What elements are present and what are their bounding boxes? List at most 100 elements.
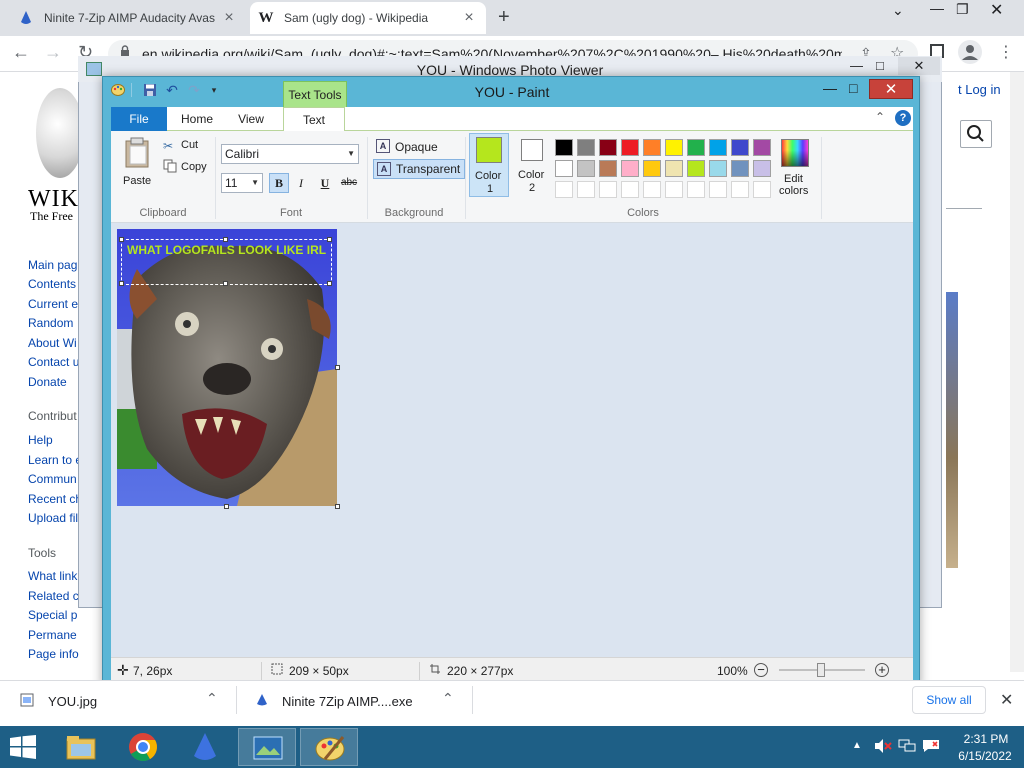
paint-maximize-icon[interactable]: □	[849, 80, 857, 96]
selection-handle[interactable]	[223, 281, 228, 286]
show-all-downloads-button[interactable]: Show all	[912, 686, 986, 714]
selection-handle[interactable]	[119, 281, 124, 286]
strikethrough-button[interactable]: abc	[339, 173, 359, 193]
custom-color-slot[interactable]	[577, 181, 595, 198]
color1-selector[interactable]: Color 1	[469, 133, 509, 197]
opaque-option[interactable]: A Opaque	[373, 137, 442, 157]
canvas-area[interactable]: WHAT LOGOFAILS LOOK LIKE IRL	[111, 223, 913, 657]
font-family-select[interactable]: Calibri ▼	[221, 144, 359, 164]
tab-home[interactable]: Home	[171, 107, 223, 131]
palette-swatch[interactable]	[731, 139, 749, 156]
sidebar-link-upload[interactable]: Upload fil	[28, 511, 78, 525]
tray-overflow-chevron-icon[interactable]: ▲	[852, 740, 862, 751]
profile-avatar[interactable]	[958, 40, 982, 64]
chevron-down-icon[interactable]: ⌄	[892, 2, 904, 19]
sidebar-link-main-page[interactable]: Main pag	[28, 258, 77, 272]
sidebar-link-contact[interactable]: Contact u	[28, 355, 79, 369]
copy-button[interactable]: Copy	[181, 161, 207, 173]
paste-label[interactable]: Paste	[123, 175, 151, 187]
taskbar-date[interactable]: 6/15/2022	[952, 749, 1018, 763]
paint-minimize-icon[interactable]: —	[823, 80, 837, 96]
action-center-icon[interactable]	[922, 739, 940, 756]
canvas-resize-handle[interactable]	[335, 504, 340, 509]
palette-swatch[interactable]	[643, 160, 661, 177]
tab-file[interactable]: File	[111, 107, 167, 131]
tab-close-icon[interactable]: ×	[460, 9, 478, 27]
tab-wikipedia[interactable]: W Sam (ugly dog) - Wikipedia ×	[250, 2, 486, 34]
sidebar-link-contents[interactable]: Contents	[28, 277, 76, 291]
photo-viewer-minimize-icon[interactable]: —	[850, 58, 863, 73]
kebab-menu-icon[interactable]: ⋮	[998, 42, 1014, 62]
forward-arrow-icon[interactable]: →	[44, 42, 62, 63]
taskbar-time[interactable]: 2:31 PM	[958, 732, 1014, 746]
sidebar-link-about[interactable]: About Wi	[28, 336, 77, 350]
palette-swatch[interactable]	[555, 139, 573, 156]
custom-color-slot[interactable]	[665, 181, 683, 198]
palette-swatch[interactable]	[753, 160, 771, 177]
sidebar-link-current-events[interactable]: Current e	[28, 297, 78, 311]
zoom-out-button[interactable]: −	[754, 663, 768, 677]
canvas-resize-handle[interactable]	[335, 365, 340, 370]
chevron-up-icon[interactable]: ⌃	[442, 690, 454, 707]
palette-swatch[interactable]	[665, 139, 683, 156]
help-icon[interactable]: ?	[895, 110, 911, 126]
selection-handle[interactable]	[223, 237, 228, 242]
bold-button[interactable]: B	[269, 173, 289, 193]
color2-swatch[interactable]	[521, 139, 543, 161]
taskbar-chrome[interactable]	[114, 728, 172, 766]
custom-color-slot[interactable]	[621, 181, 639, 198]
selection-handle[interactable]	[119, 237, 124, 242]
photo-viewer-close-icon[interactable]: ✕	[898, 57, 940, 75]
edit-colors-label-2[interactable]: colors	[779, 185, 808, 197]
sidebar-link-learn[interactable]: Learn to e	[28, 453, 82, 467]
canvas-text[interactable]: WHAT LOGOFAILS LOOK LIKE IRL	[127, 243, 326, 257]
zoom-slider-thumb[interactable]	[817, 663, 825, 677]
login-link[interactable]: t Log in	[958, 82, 1001, 97]
sidebar-link-community[interactable]: Commun	[28, 472, 77, 486]
restore-icon[interactable]: ❐	[956, 1, 969, 18]
windows-start-icon[interactable]	[10, 735, 36, 762]
underline-button[interactable]: U	[315, 173, 335, 193]
color2-label[interactable]: Color	[518, 169, 544, 181]
sidebar-link-special[interactable]: Special p	[28, 608, 77, 622]
transparent-option[interactable]: A Transparent	[373, 159, 466, 179]
selection-handle[interactable]	[327, 237, 332, 242]
network-icon[interactable]	[898, 739, 916, 756]
palette-swatch[interactable]	[753, 139, 771, 156]
italic-button[interactable]: I	[291, 173, 311, 193]
taskbar-ninite[interactable]	[176, 728, 234, 766]
wiki-search-button[interactable]	[960, 120, 992, 148]
page-scrollbar[interactable]	[1010, 72, 1024, 672]
tab-text[interactable]: Text	[283, 107, 345, 132]
volume-muted-icon[interactable]	[874, 738, 892, 757]
sidebar-link-related[interactable]: Related c	[28, 589, 79, 603]
wikipedia-globe-logo[interactable]	[36, 88, 84, 178]
selection-handle[interactable]	[327, 281, 332, 286]
custom-color-slot[interactable]	[709, 181, 727, 198]
back-arrow-icon[interactable]: ←	[12, 42, 30, 63]
sidebar-link-help[interactable]: Help	[28, 433, 53, 447]
download-item-you-jpg[interactable]: YOU.jpg	[48, 694, 97, 709]
sidebar-link-random[interactable]: Random	[28, 316, 73, 330]
palette-swatch[interactable]	[599, 160, 617, 177]
palette-swatch[interactable]	[555, 160, 573, 177]
palette-swatch[interactable]	[731, 160, 749, 177]
sidebar-link-recent-changes[interactable]: Recent ch	[28, 492, 82, 506]
close-icon[interactable]: ✕	[990, 0, 1003, 20]
custom-color-slot[interactable]	[643, 181, 661, 198]
edit-colors-icon[interactable]	[781, 139, 809, 167]
paint-close-button[interactable]: ✕	[869, 79, 913, 99]
palette-swatch[interactable]	[577, 160, 595, 177]
palette-swatch[interactable]	[621, 139, 639, 156]
font-size-select[interactable]: 11 ▼	[221, 173, 263, 193]
minimize-icon[interactable]: —	[930, 0, 944, 16]
palette-swatch[interactable]	[643, 139, 661, 156]
custom-color-slot[interactable]	[599, 181, 617, 198]
dog-photo-canvas[interactable]: WHAT LOGOFAILS LOOK LIKE IRL	[117, 229, 337, 506]
cut-button[interactable]: Cut	[181, 139, 198, 151]
palette-swatch[interactable]	[687, 160, 705, 177]
taskbar-paint[interactable]	[300, 728, 358, 766]
palette-swatch[interactable]	[709, 139, 727, 156]
edit-colors-label[interactable]: Edit	[784, 173, 803, 185]
paste-icon[interactable]	[123, 137, 151, 172]
